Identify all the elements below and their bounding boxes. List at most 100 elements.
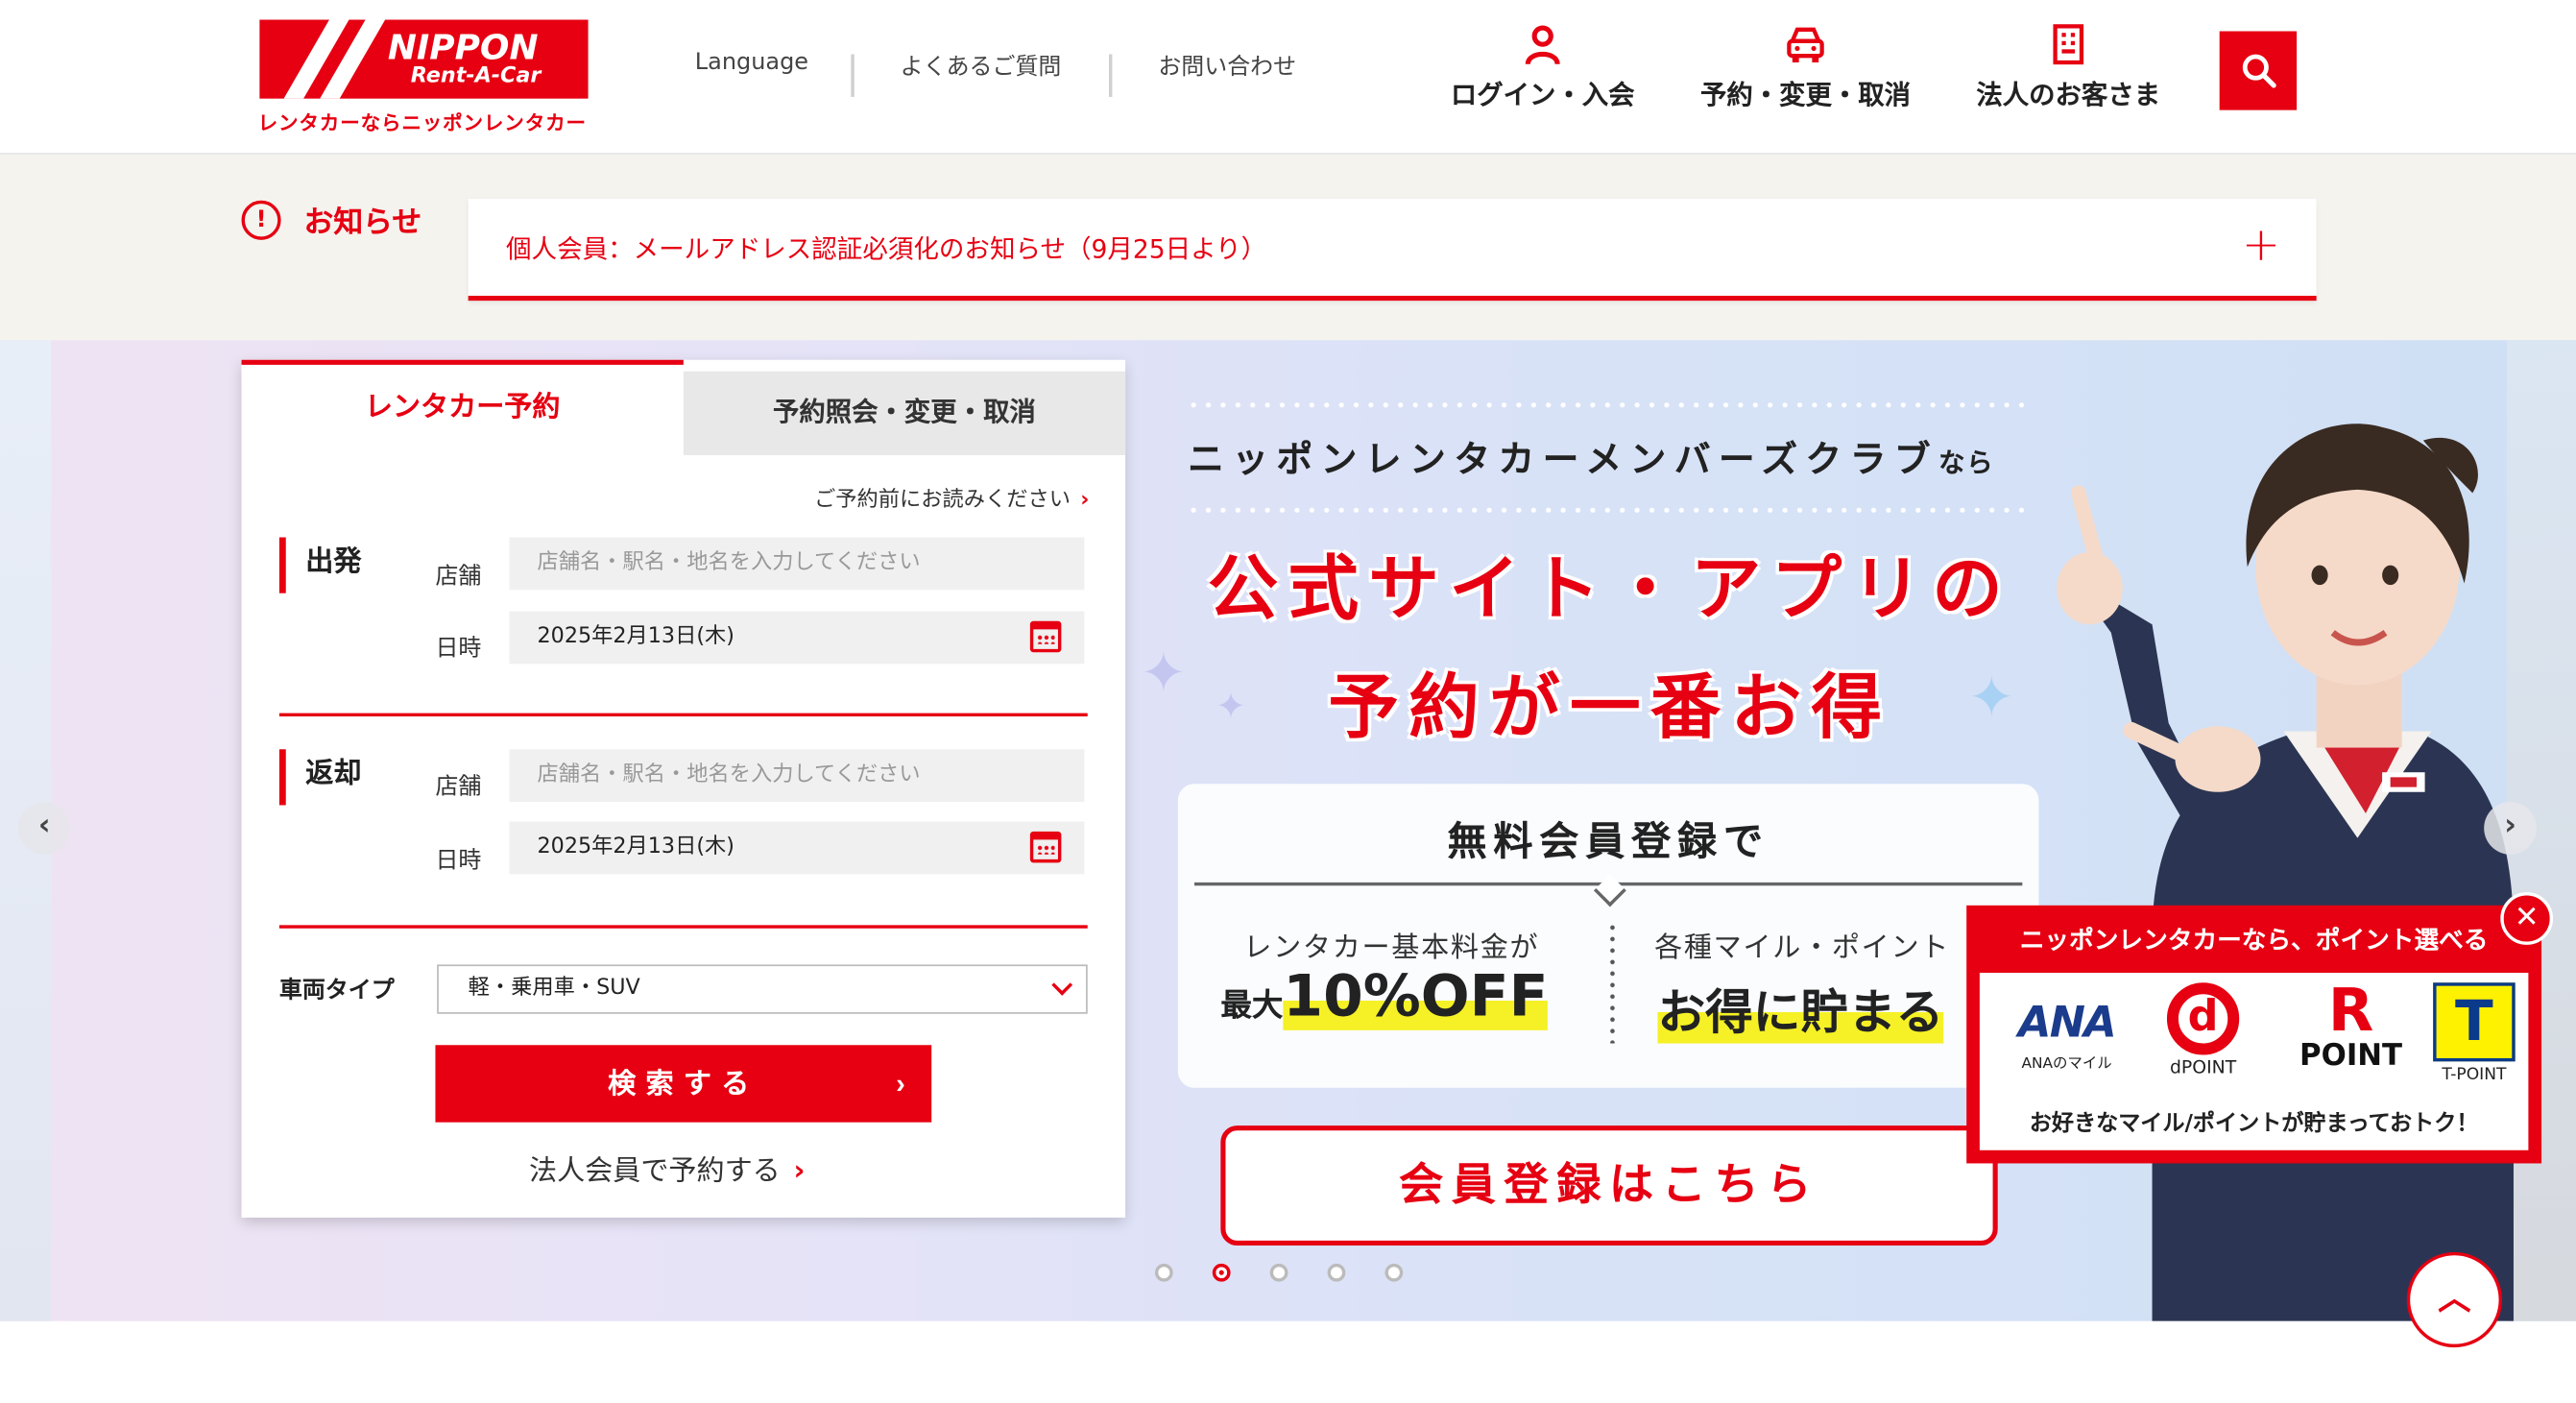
reserve-change-cancel-link[interactable]: 予約・変更・取消: [1697, 23, 1914, 111]
search-button-label: 検索する: [608, 1068, 759, 1100]
corporate-customers-label: 法人のお客さま: [1976, 79, 2161, 110]
rakuten-caption: POINT: [2299, 1038, 2403, 1074]
benefit1-value: 最大10%OFF: [1220, 964, 1549, 1030]
points-popup[interactable]: ニッポンレンタカーなら、ポイント選べる ANA ANAのマイル d dPOINT…: [1966, 905, 2542, 1164]
login-register-label: ログイン・入会: [1450, 79, 1635, 110]
staff-model-image: [2057, 423, 2514, 1321]
benefit1-prefix: 最大: [1220, 987, 1284, 1025]
benefit-box: 無料会員登録で レンタカー基本料金が 最大10%OFF 各種マイル・ポイント お…: [1177, 784, 2039, 1088]
ana-caption: ANAのマイル: [2021, 1056, 2112, 1074]
pre-read-link[interactable]: ご予約前にお読みください ›: [814, 481, 1089, 513]
t-point-mark: T: [2433, 982, 2516, 1062]
chevron-right-icon: ›: [896, 1068, 905, 1100]
search-button[interactable]: 検索する ›: [435, 1045, 932, 1123]
tab-rental-reservation[interactable]: レンタカー予約: [241, 359, 684, 455]
reservation-panel: レンタカー予約 予約照会・変更・取消 ご予約前にお読みください › 出発 店舗 店…: [241, 359, 1126, 1218]
tab-inquiry-change-cancel[interactable]: 予約照会・変更・取消: [683, 371, 1126, 455]
chevron-down-icon: [1051, 974, 1073, 996]
banner-headline-line1: 公式サイト・アプリの: [1207, 548, 2013, 632]
calendar-icon[interactable]: [1029, 831, 1062, 863]
banner-headline-line2: 予約が一番お得: [1328, 666, 1892, 750]
notice-heading: ! お知らせ: [241, 199, 422, 241]
return-date-input[interactable]: 2025年2月13日(木): [509, 821, 1085, 875]
chevron-right-icon: ›: [1080, 488, 1090, 513]
return-datetime-label: 日時: [435, 847, 482, 875]
rakuten-mark: R: [2327, 978, 2374, 1046]
logo-brand-text: NIPPON: [387, 28, 539, 68]
return-date-value: 2025年2月13日(木): [537, 835, 734, 859]
notice-item[interactable]: 個人会員：メールアドレス認証必須化のお知らせ（9月25日より） +: [468, 199, 2317, 302]
building-icon: [2053, 24, 2084, 65]
benefit-notch: [1593, 874, 1626, 907]
corporate-reserve-label: 法人会員で予約する: [528, 1154, 781, 1189]
carousel-dot[interactable]: [1327, 1263, 1346, 1282]
calendar-icon[interactable]: [1029, 620, 1062, 653]
d-point-logo: d dPOINT: [2157, 982, 2250, 1077]
benefit-title: 無料会員登録で: [1447, 818, 1769, 865]
benefit1-label: レンタカー基本料金が: [1243, 931, 1540, 965]
notice-title: お知らせ: [303, 205, 422, 240]
section-divider: [278, 713, 1088, 717]
carousel-next-button[interactable]: ›: [2484, 802, 2537, 855]
section-divider: [278, 925, 1088, 929]
t-point-logo: T T-POINT: [2430, 982, 2518, 1084]
return-store-label: 店舗: [435, 773, 482, 801]
carousel-dot-active[interactable]: [1212, 1263, 1231, 1282]
return-store-input[interactable]: 店舗名・駅名・地名を入力してください: [509, 749, 1085, 803]
member-register-button[interactable]: 会員登録はこちら: [1220, 1125, 1998, 1246]
person-icon: [1525, 25, 1560, 65]
d-point-mark: d: [2166, 982, 2240, 1055]
expand-plus-icon[interactable]: +: [2242, 221, 2280, 268]
benefit-divider: [1609, 921, 1616, 1044]
departure-datetime-label: 日時: [435, 636, 482, 663]
banner-headline: 公式サイト・アプリの 予約が一番お得: [1183, 543, 2037, 756]
vehicle-type-label: 車両タイプ: [278, 978, 395, 1004]
language-link[interactable]: Language: [695, 49, 808, 75]
car-icon: [1787, 27, 1824, 63]
nav-divider: [851, 54, 855, 97]
site-search-button[interactable]: [2219, 31, 2298, 110]
points-popup-footer: お好きなマイル/ポイントが貯まっておトク！: [2029, 1110, 2479, 1138]
corporate-reserve-link[interactable]: 法人会員で予約する ›: [529, 1147, 805, 1188]
departure-store-input[interactable]: 店舗名・駅名・地名を入力してください: [509, 537, 1085, 591]
page: NIPPON Rent-A-Car レンタカーならニッポンレンタカー Langu…: [0, 0, 2576, 1403]
search-icon: [2241, 54, 2275, 88]
departure-date-value: 2025年2月13日(木): [537, 624, 734, 649]
notice-message[interactable]: 個人会員：メールアドレス認証必須化のお知らせ（9月25日より）: [506, 230, 1266, 267]
banner-subtitle-text: ニッポンレンタカーメンバーズクラブ: [1188, 440, 1939, 482]
t-point-caption: T-POINT: [2442, 1066, 2507, 1085]
vehicle-type-select[interactable]: 軽・乗用車・SUV: [437, 964, 1088, 1014]
chevron-right-icon: ›: [793, 1154, 806, 1189]
sparkle-icon: ✦: [1140, 641, 1188, 707]
pre-read-label: ご予約前にお読みください: [814, 488, 1071, 513]
exclamation-icon: !: [241, 200, 281, 240]
carousel-prev-button[interactable]: ‹: [17, 802, 71, 855]
points-popup-title: ニッポンレンタカーなら、ポイント選べる: [2019, 925, 2489, 955]
carousel-dot[interactable]: [1154, 1263, 1173, 1282]
points-logos: ANA ANAのマイル d dPOINT R POINT T T-POINT お…: [1979, 972, 2529, 1150]
faq-link[interactable]: よくあるご質問: [901, 49, 1062, 82]
corporate-customers-link[interactable]: 法人のお客さま: [1971, 23, 2165, 111]
nippon-rent-a-car-logo[interactable]: NIPPON Rent-A-Car: [259, 19, 589, 99]
logo-sub-text: Rent-A-Car: [410, 63, 542, 89]
close-icon[interactable]: ✕: [2500, 892, 2554, 945]
ana-logo: ANA ANAのマイル: [1996, 982, 2137, 1073]
benefit2-value: お得に貯まる: [1657, 974, 1944, 1044]
d-point-caption: dPOINT: [2169, 1056, 2237, 1078]
rakuten-point-logo: R POINT: [2289, 978, 2414, 1074]
contact-link[interactable]: お問い合わせ: [1158, 49, 1296, 82]
reserve-change-cancel-label: 予約・変更・取消: [1699, 79, 1912, 110]
departure-label: 出発: [278, 537, 361, 593]
return-label: 返却: [278, 749, 361, 806]
departure-date-input[interactable]: 2025年2月13日(木): [509, 611, 1085, 665]
banner-subtitle: ニッポンレンタカーメンバーズクラブなら: [1188, 430, 1994, 483]
carousel-dot[interactable]: [1384, 1263, 1404, 1282]
benefit1-discount: 10%OFF: [1283, 964, 1549, 1030]
ana-mark: ANA: [2018, 999, 2117, 1049]
dotted-rule: [1186, 402, 2025, 408]
departure-store-label: 店舗: [435, 563, 482, 591]
scroll-to-top-button[interactable]: ︿: [2406, 1251, 2503, 1348]
dotted-rule: [1186, 507, 2025, 513]
login-register-link[interactable]: ログイン・入会: [1446, 23, 1640, 111]
carousel-dot[interactable]: [1269, 1263, 1288, 1282]
